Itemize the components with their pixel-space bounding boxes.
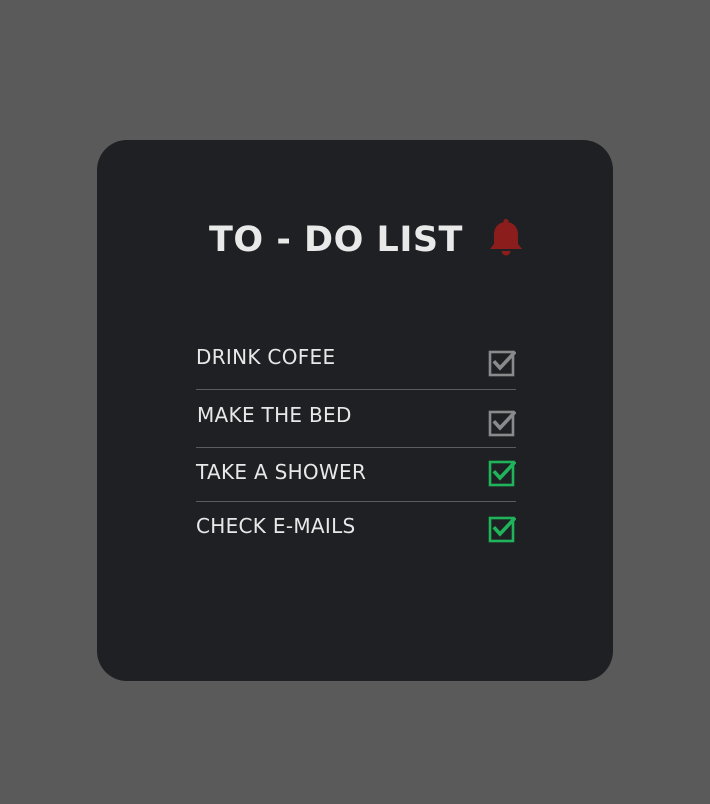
- checkbox-checked-icon[interactable]: [488, 459, 516, 487]
- todo-item-check-e-mails[interactable]: CHECK E-MAILS: [196, 501, 516, 554]
- todo-label: CHECK E-MAILS: [196, 514, 356, 538]
- page-title: TO - DO LIST: [209, 220, 463, 260]
- bell-clapper: [501, 251, 511, 256]
- todo-card: TO - DO LIST DRINK COFEE MAKE THE BED TA…: [97, 140, 613, 681]
- todo-label: TAKE A SHOWER: [196, 460, 367, 484]
- todo-label: MAKE THE BED: [197, 403, 352, 427]
- checkbox-checked-icon[interactable]: [488, 349, 516, 377]
- todo-item-make-the-bed[interactable]: MAKE THE BED: [196, 389, 516, 447]
- todo-item-drink-coffee[interactable]: DRINK COFEE: [196, 333, 516, 389]
- todo-list: DRINK COFEE MAKE THE BED TAKE A SHOWER C…: [196, 333, 516, 554]
- checkbox-checked-icon[interactable]: [488, 515, 516, 543]
- todo-label: DRINK COFEE: [196, 345, 336, 369]
- bell-icon[interactable]: [488, 218, 524, 260]
- bell-body: [490, 222, 522, 249]
- bell-knob: [503, 218, 509, 225]
- todo-item-take-a-shower[interactable]: TAKE A SHOWER: [196, 447, 516, 501]
- checkbox-checked-icon[interactable]: [488, 409, 516, 437]
